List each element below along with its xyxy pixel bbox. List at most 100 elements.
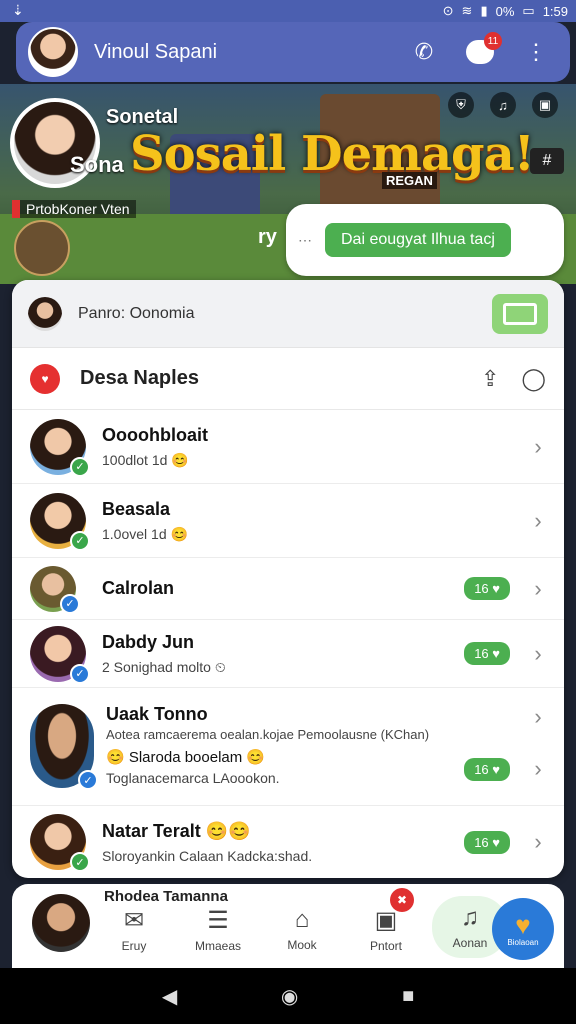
count-badge: 16 ♥: [464, 577, 510, 600]
phone-icon[interactable]: ✆: [410, 39, 438, 65]
comment-icon[interactable]: ◯: [521, 366, 546, 392]
contact-name: Beasala: [102, 498, 171, 519]
chevron-right-icon[interactable]: ›: [530, 641, 546, 667]
tab-camera[interactable]: ✖ ▣ Pntort: [348, 888, 424, 958]
chevron-right-icon[interactable]: ›: [530, 829, 546, 855]
game-shortcut-button[interactable]: ♥ Biolaoan: [492, 898, 554, 960]
featured-name-side: Sona: [70, 152, 124, 177]
avatar: ✓: [30, 418, 90, 477]
back-icon[interactable]: ◀: [162, 984, 177, 1009]
chevron-right-icon[interactable]: ›: [530, 434, 546, 460]
list-item[interactable]: ✓ Calrolan 16 ♥ ›: [12, 558, 564, 620]
contact-message: 😊 Slaroda booelam 😊: [106, 749, 266, 766]
list-item[interactable]: ✓ Oooohbloait 100dlot 1d 😊 ›: [12, 410, 564, 484]
section-title: Desa Naples: [80, 367, 199, 389]
message-bubble: ⋯ Dai eougyat Ilhua tacj: [286, 204, 564, 276]
tab-label: Eruy: [121, 939, 147, 953]
section-header: ♥ Desa Naples ⇪ ◯: [12, 348, 564, 410]
contact-message-detail: Toglanacemarca LAoookon.: [106, 770, 280, 786]
search-input[interactable]: Panro: Oonomia: [78, 305, 492, 323]
profile-avatar[interactable]: [28, 27, 78, 77]
close-badge-icon[interactable]: ✖: [390, 888, 414, 912]
app-bar: Vinoul Sapani ✆ 11 ⋮: [16, 22, 570, 82]
banner-tag: PrtobKoner Vten: [12, 200, 136, 218]
keyboard-icon: [503, 302, 537, 325]
bottom-navigation: Rhodea Tamanna ✉ Eruy ☰ Mmaeas ⌂ Mook ✖ …: [12, 884, 564, 968]
location-icon: ⊙: [442, 3, 454, 18]
shield-icon[interactable]: ⛨: [448, 92, 474, 118]
app-title: Vinoul Sapani: [94, 40, 218, 63]
search-avatar: [28, 296, 62, 331]
contact-status: Sloroyankin Calaan Kadcka:shad.: [102, 847, 313, 864]
clipboard-icon: ☰: [207, 907, 229, 934]
chevron-right-icon[interactable]: ›: [530, 704, 546, 730]
wifi-icon: ≋: [461, 3, 473, 18]
battery-icon: ▭: [522, 3, 535, 18]
bubble-action-button[interactable]: Dai eougyat Ilhua tacj: [325, 223, 511, 257]
sound-icon[interactable]: ♫: [490, 92, 516, 118]
avatar: ✓: [30, 625, 90, 684]
list-item[interactable]: ✓ Beasala 1.0ovel 1d 😊 ›: [12, 484, 564, 558]
contact-status: Aotea ramcaerema oealan.kojae Pemoolausn…: [106, 727, 430, 742]
system-navigation-bar: ◀ ◉ ■: [0, 968, 576, 1024]
search-row: Panro: Oonomia: [12, 280, 564, 348]
banner-label: ry: [258, 226, 277, 248]
hashtag-button[interactable]: #: [530, 148, 564, 174]
home-button-icon[interactable]: ◉: [281, 984, 298, 1009]
list-item[interactable]: ✓ Uaak Tonno Aotea ramcaerema oealan.koj…: [12, 688, 564, 806]
avatar: ✓: [30, 565, 80, 614]
keyboard-button[interactable]: [492, 293, 548, 334]
tab-eruy[interactable]: ✉ Eruy: [96, 906, 172, 958]
avatar: ✓: [30, 814, 90, 872]
chevron-right-icon[interactable]: ›: [530, 756, 546, 782]
avatar: ✓: [30, 492, 90, 551]
mail-icon: ✉: [123, 907, 145, 934]
download-icon: ⇣: [12, 2, 24, 18]
contact-status: 1.0ovel 1d 😊: [102, 525, 188, 542]
contact-status: 2 Sonighad molto ⏲: [102, 658, 226, 675]
verified-icon: ✓: [60, 593, 80, 614]
fab-label: Biolaoan: [507, 937, 539, 947]
peek-contact-name: Rhodea Tamanna: [104, 888, 228, 905]
verified-icon: ✓: [70, 852, 90, 872]
clock: 1:59: [542, 3, 568, 19]
verified-icon: ✓: [70, 530, 90, 551]
list-item[interactable]: ✓ Natar Teralt 😊😊 Sloroyankin Calaan Kad…: [12, 806, 564, 878]
battery-percent: 0%: [495, 3, 515, 19]
game-logo: Sosail Demaga!: [130, 126, 535, 182]
verified-icon: ✓: [70, 663, 90, 684]
list-item[interactable]: ✓ Dabdy Jun 2 Sonighad molto ⏲ 16 ♥ ›: [12, 620, 564, 688]
chevron-right-icon[interactable]: ›: [530, 508, 546, 534]
share-icon[interactable]: ⇪: [481, 366, 499, 392]
home-icon: ⌂: [294, 906, 310, 933]
notification-badge: 11: [484, 32, 502, 50]
more-options-icon[interactable]: ⋮: [522, 39, 550, 65]
music-icon: ♫: [461, 904, 479, 931]
signal-icon: ▮: [480, 3, 488, 18]
contact-name: Natar Teralt 😊😊: [102, 820, 251, 841]
tab-label: Aonan: [452, 936, 488, 950]
tab-label: Pntort: [369, 939, 402, 953]
count-badge: 16 ♥: [464, 757, 510, 781]
recents-icon[interactable]: ■: [402, 985, 414, 1008]
contact-name: Oooohbloait: [102, 424, 208, 445]
tab-home[interactable]: ⌂ Mook: [264, 906, 340, 958]
avatar: ✓: [30, 704, 98, 790]
contacts-card: Panro: Oonomia ♥ Desa Naples ⇪ ◯ ✓ Ooooh…: [12, 280, 564, 878]
contact-name: Calrolan: [102, 578, 175, 598]
typing-dots-icon: ⋯: [298, 231, 313, 248]
contact-name: Uaak Tonno: [106, 704, 208, 724]
verified-icon: ✓: [70, 456, 90, 477]
tab-messages[interactable]: ☰ Mmaeas: [180, 906, 256, 958]
character-avatar[interactable]: [14, 220, 70, 276]
heart-icon: ♥: [515, 909, 531, 940]
chevron-right-icon[interactable]: ›: [530, 576, 546, 602]
contact-name: Dabdy Jun: [102, 631, 195, 652]
tab-label: Mook: [287, 938, 317, 952]
status-bar: ⇣ ⊙ ≋ ▮ 0% ▭ 1:59: [0, 0, 576, 22]
bag-icon[interactable]: ▣: [532, 92, 558, 118]
count-badge: 16 ♥: [464, 642, 510, 665]
tab-label: Mmaeas: [194, 939, 241, 953]
avatar: [32, 894, 90, 952]
chat-notification-icon[interactable]: 11: [466, 32, 502, 64]
